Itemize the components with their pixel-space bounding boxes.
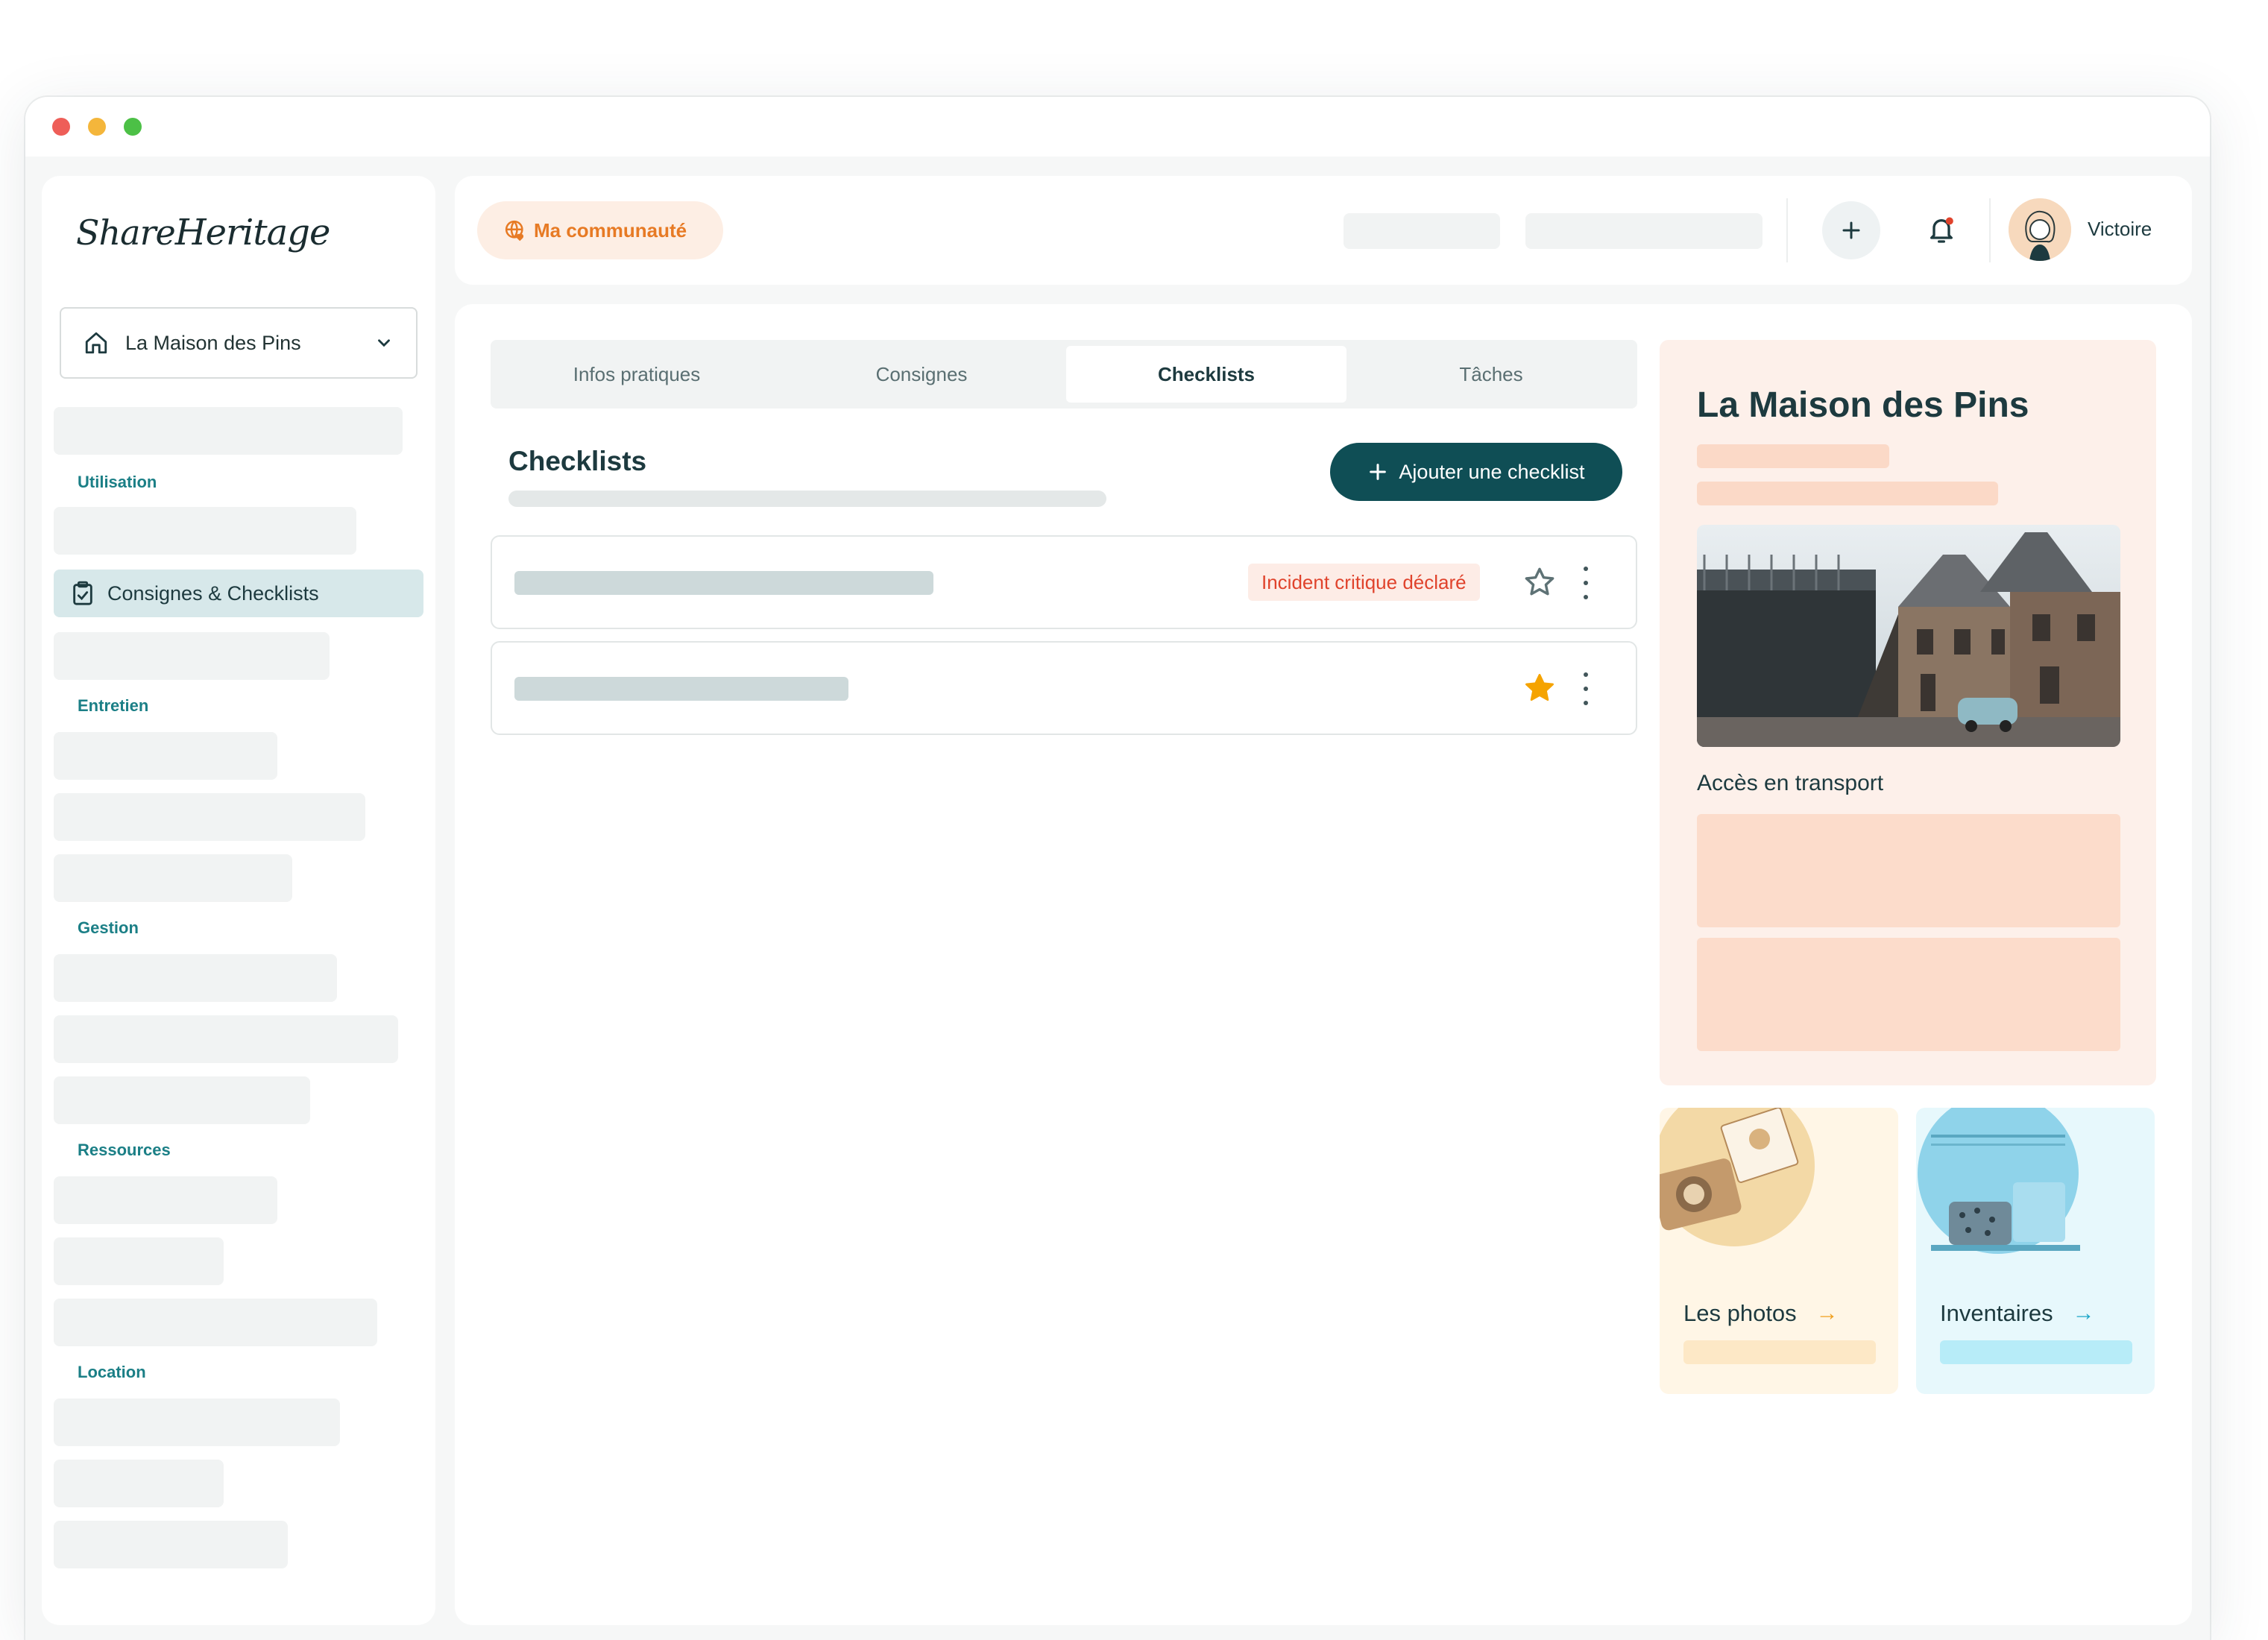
main-panel: Infos pratiques Consignes Checklists Tâc… (455, 304, 2192, 1625)
transport-heading: Accès en transport (1697, 771, 1884, 795)
divider (1989, 198, 1991, 262)
nav-item-placeholder[interactable] (54, 793, 365, 841)
subtitle-placeholder (508, 491, 1106, 507)
nav-section-title: Utilisation (78, 473, 157, 491)
clipboard-check-icon (73, 581, 92, 605)
user-avatar-illustration-icon (2009, 198, 2071, 261)
plus-icon (1842, 221, 1860, 239)
camera-photos-illustration-icon (1660, 1108, 1815, 1246)
nav-section-title: Location (78, 1363, 146, 1381)
app-window: ShareHeritage La Maison des Pins Utilisa… (25, 97, 2210, 1640)
inventory-card[interactable]: Inventaires → (1916, 1108, 2155, 1394)
arrow-right-icon: → (2072, 1301, 2095, 1325)
create-button[interactable] (1822, 201, 1880, 259)
checklist-title-placeholder (514, 677, 848, 701)
status-badge: Incident critique déclaré (1248, 564, 1480, 601)
nav-section-title: Ressources (78, 1141, 171, 1159)
nav-section-title: Entretien (78, 696, 149, 715)
photos-card[interactable]: Les photos → (1660, 1108, 1898, 1394)
more-options-icon[interactable] (1581, 672, 1591, 705)
house-select-value: La Maison des Pins (125, 331, 301, 354)
nav-item-placeholder[interactable] (54, 854, 292, 902)
property-photo[interactable] (1697, 525, 2120, 747)
nav-item-placeholder[interactable] (54, 954, 337, 1002)
brand-logo[interactable]: ShareHeritage (76, 212, 330, 253)
inventory-placeholder (1940, 1340, 2132, 1364)
window-close-button[interactable] (52, 118, 70, 136)
sidebar-item-consignes-checklists[interactable]: Consignes & Checklists (54, 570, 423, 617)
checklist-title-placeholder (514, 571, 933, 595)
photos-placeholder (1683, 1340, 1876, 1364)
nav-item-placeholder[interactable] (54, 507, 356, 555)
nav-item-placeholder[interactable] (54, 1460, 224, 1507)
logo-text-share: Share (76, 212, 176, 253)
arrow-right-icon: → (1815, 1301, 1839, 1325)
photos-link[interactable]: Les photos → (1683, 1300, 1839, 1327)
top-nav-placeholder[interactable] (1525, 213, 1763, 249)
inventory-label: Inventaires (1940, 1300, 2053, 1326)
add-checklist-label: Ajouter une checklist (1399, 460, 1585, 483)
info-placeholder (1697, 482, 1998, 505)
nav-item-placeholder[interactable] (54, 1299, 377, 1346)
community-button[interactable]: Ma communauté (477, 201, 723, 259)
checklist-item[interactable]: Incident critique déclaré (491, 535, 1637, 629)
window-minimize-button[interactable] (88, 118, 106, 136)
transport-placeholder (1697, 938, 2120, 1051)
inventory-illustration-icon (1918, 1108, 2080, 1254)
bell-icon (1930, 217, 1953, 243)
property-title: La Maison des Pins (1697, 385, 2029, 425)
property-info-panel: La Maison des Pins Accès en transport (1660, 340, 2156, 1085)
tab-checklists[interactable]: Checklists (1066, 346, 1346, 403)
nav-item-placeholder[interactable] (54, 1237, 224, 1285)
notifications-button[interactable] (1919, 206, 1964, 255)
logo-text-heritage: Heritage (174, 212, 331, 253)
nav-item-placeholder[interactable] (54, 1521, 288, 1568)
nav-section-title: Gestion (78, 918, 139, 937)
photos-label: Les photos (1683, 1300, 1797, 1326)
inventory-link[interactable]: Inventaires → (1940, 1300, 2095, 1327)
community-label: Ma communauté (534, 218, 687, 242)
more-options-icon[interactable] (1581, 567, 1591, 599)
title-bar (25, 97, 2210, 157)
home-icon (85, 332, 107, 354)
top-bar: Ma communauté Victoire (455, 176, 2192, 285)
tab-infos-pratiques[interactable]: Infos pratiques (497, 346, 777, 403)
transport-placeholder (1697, 814, 2120, 927)
checklist-item[interactable] (491, 641, 1637, 735)
nav-item-placeholder[interactable] (54, 1015, 398, 1063)
house-select[interactable]: La Maison des Pins (60, 307, 418, 379)
tab-bar: Infos pratiques Consignes Checklists Tâc… (491, 340, 1637, 409)
tab-consignes[interactable]: Consignes (781, 346, 1062, 403)
street-scene-image (1697, 525, 2120, 747)
page-title: Checklists (508, 446, 647, 476)
sidebar-item-label: Consignes & Checklists (107, 581, 319, 605)
divider (1786, 198, 1788, 262)
nav-item-placeholder[interactable] (54, 1176, 277, 1224)
star-outline-icon[interactable] (1522, 565, 1557, 599)
nav-item-placeholder[interactable] (54, 1398, 340, 1446)
nav-item-placeholder[interactable] (54, 1076, 310, 1124)
user-name[interactable]: Victoire (2088, 218, 2152, 241)
info-placeholder (1697, 444, 1889, 468)
tab-taches[interactable]: Tâches (1351, 346, 1631, 403)
globe-heart-icon (505, 220, 524, 242)
star-filled-icon[interactable] (1522, 671, 1557, 705)
add-checklist-button[interactable]: Ajouter une checklist (1330, 443, 1622, 501)
nav-item-placeholder[interactable] (54, 632, 330, 680)
nav-item-placeholder[interactable] (54, 732, 277, 780)
top-nav-placeholder[interactable] (1344, 213, 1500, 249)
sidebar: ShareHeritage La Maison des Pins Utilisa… (42, 176, 435, 1625)
window-maximize-button[interactable] (124, 118, 142, 136)
avatar[interactable] (2009, 198, 2071, 261)
nav-item-placeholder[interactable] (54, 407, 403, 455)
plus-icon (1370, 464, 1387, 480)
chevron-down-icon (378, 339, 390, 347)
